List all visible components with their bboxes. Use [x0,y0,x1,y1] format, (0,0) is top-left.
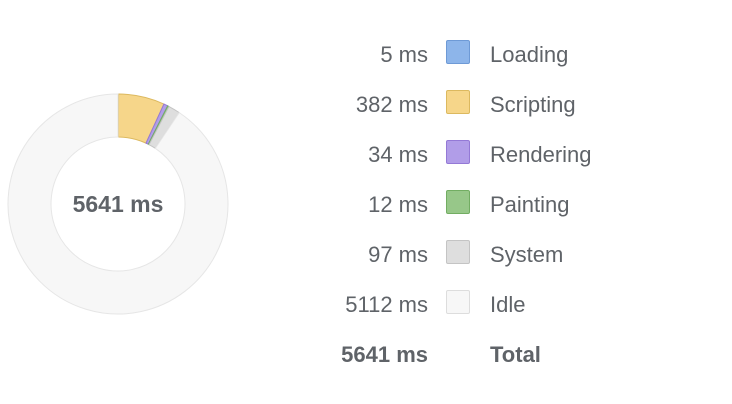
painting-label: Painting [490,192,570,217]
activity-donut-chart: 5641 ms [6,92,230,316]
legend-row-painting: 12 ms Painting [300,180,720,230]
painting-value: 12 ms [368,192,428,217]
painting-swatch [446,190,470,214]
idle-value: 5112 ms [345,292,428,317]
loading-swatch [446,40,470,64]
rendering-swatch [446,140,470,164]
scripting-swatch [446,90,470,114]
legend-row-scripting: 382 ms Scripting [300,80,720,130]
system-swatch [446,240,470,264]
system-value: 97 ms [368,242,428,267]
donut-total-label: 5641 ms [72,190,164,217]
scripting-label: Scripting [490,92,576,117]
total-value: 5641 ms [341,342,428,367]
system-label: System [490,242,564,267]
scripting-value: 382 ms [355,92,428,117]
rendering-label: Rendering [490,142,592,167]
legend-row-rendering: 34 ms Rendering [300,130,720,180]
legend-row-total: 5641 ms Total [300,330,720,380]
idle-label: Idle [490,292,526,317]
legend-row-idle: 5112 ms Idle [300,280,720,330]
legend-row-system: 97 ms System [300,230,720,280]
legend-row-loading: 5 ms Loading [300,30,720,80]
activity-legend: 5 ms Loading 382 ms Scripting 34 ms Rend… [300,30,720,380]
loading-label: Loading [490,42,569,67]
idle-swatch [446,290,470,314]
rendering-value: 34 ms [368,142,428,167]
loading-value: 5 ms [380,42,428,67]
summary-panel: 5641 ms 5 ms Loading 382 ms Scripting 34… [0,0,732,404]
total-label: Total [490,342,541,367]
